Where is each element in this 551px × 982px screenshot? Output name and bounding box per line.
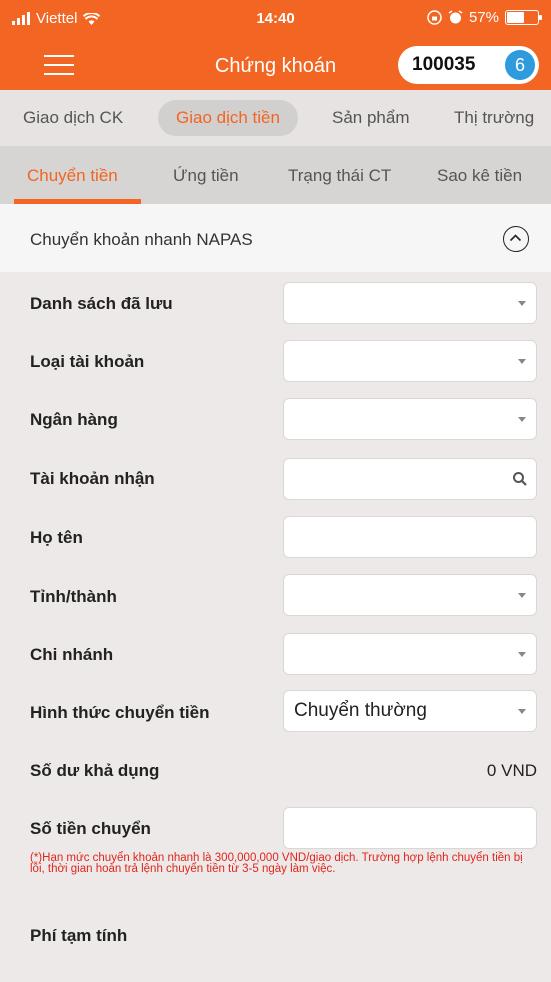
tab-giao-dich-tien[interactable]: Giao dịch tiền xyxy=(158,100,298,136)
tab-thi-truong[interactable]: Thị trường xyxy=(454,100,534,136)
transfer-method-value: Chuyển thường xyxy=(294,700,427,721)
saved-list-select[interactable] xyxy=(283,282,537,324)
transfer-amount-label: Số tiền chuyển xyxy=(30,819,151,838)
dropdown-caret-icon xyxy=(518,417,526,422)
dropdown-caret-icon xyxy=(518,359,526,364)
tab-sao-ke-tien[interactable]: Sao kê tiền xyxy=(437,166,522,186)
saved-list-label: Danh sách đã lưu xyxy=(30,294,173,313)
tab-san-pham[interactable]: Sản phẩm xyxy=(332,100,410,136)
sub-tabs: Chuyển tiền Ứng tiền Trạng thái CT Sao k… xyxy=(0,146,551,204)
account-badge: 6 xyxy=(505,50,535,80)
account-type-label: Loại tài khoản xyxy=(30,352,145,371)
section-header: Chuyển khoản nhanh NAPAS xyxy=(0,204,551,272)
dropdown-caret-icon xyxy=(518,652,526,657)
chevron-up-icon xyxy=(509,234,522,242)
section-title: Chuyển khoản nhanh NAPAS xyxy=(30,230,253,249)
full-name-input[interactable] xyxy=(283,516,537,558)
branch-select[interactable] xyxy=(283,633,537,675)
dropdown-caret-icon xyxy=(518,709,526,714)
transfer-amount-input[interactable] xyxy=(283,807,537,849)
branch-label: Chi nhánh xyxy=(30,645,114,664)
province-label: Tỉnh/thành xyxy=(30,587,117,606)
status-bar: Viettel 14:40 57% xyxy=(0,0,551,38)
province-select[interactable] xyxy=(283,574,537,616)
dropdown-caret-icon xyxy=(518,593,526,598)
full-name-label: Họ tên xyxy=(30,528,83,547)
account-selector[interactable]: 100035 6 xyxy=(398,46,539,84)
available-balance-value: 0 VND xyxy=(486,761,537,780)
account-type-select[interactable] xyxy=(283,340,537,382)
dropdown-caret-icon xyxy=(518,301,526,306)
main-tabs: Giao dịch CK Giao dịch tiền Sản phẩm Thị… xyxy=(0,90,551,146)
estimated-fee-label: Phí tạm tính xyxy=(30,926,128,945)
battery-icon xyxy=(505,10,542,25)
tab-chuyen-tien[interactable]: Chuyển tiền xyxy=(27,166,118,186)
app-header: Viettel 14:40 57% Chứng khoán 100035 6 xyxy=(0,0,551,90)
alarm-icon xyxy=(448,10,463,24)
transfer-method-label: Hình thức chuyển tiền xyxy=(30,703,210,722)
tab-ung-tien[interactable]: Ứng tiền xyxy=(173,166,239,186)
transfer-limit-note: (*)Hạn mức chuyển khoản nhanh là 300,000… xyxy=(30,852,523,875)
available-balance-label: Số dư khả dụng xyxy=(30,761,160,780)
search-icon[interactable] xyxy=(512,471,528,487)
orientation-lock-icon xyxy=(427,10,442,25)
battery-percent: 57% xyxy=(468,9,499,26)
tab-giao-dich-ck[interactable]: Giao dịch CK xyxy=(23,100,123,136)
transfer-method-select[interactable]: Chuyển thường xyxy=(283,690,537,732)
tab-trang-thai-ct[interactable]: Trạng thái CT xyxy=(288,166,391,186)
collapse-button[interactable] xyxy=(503,226,529,252)
receiver-account-input[interactable] xyxy=(283,458,537,500)
account-number: 100035 xyxy=(412,54,476,75)
bank-label: Ngân hàng xyxy=(30,410,118,429)
receiver-account-label: Tài khoản nhận xyxy=(30,469,155,488)
bank-select[interactable] xyxy=(283,398,537,440)
